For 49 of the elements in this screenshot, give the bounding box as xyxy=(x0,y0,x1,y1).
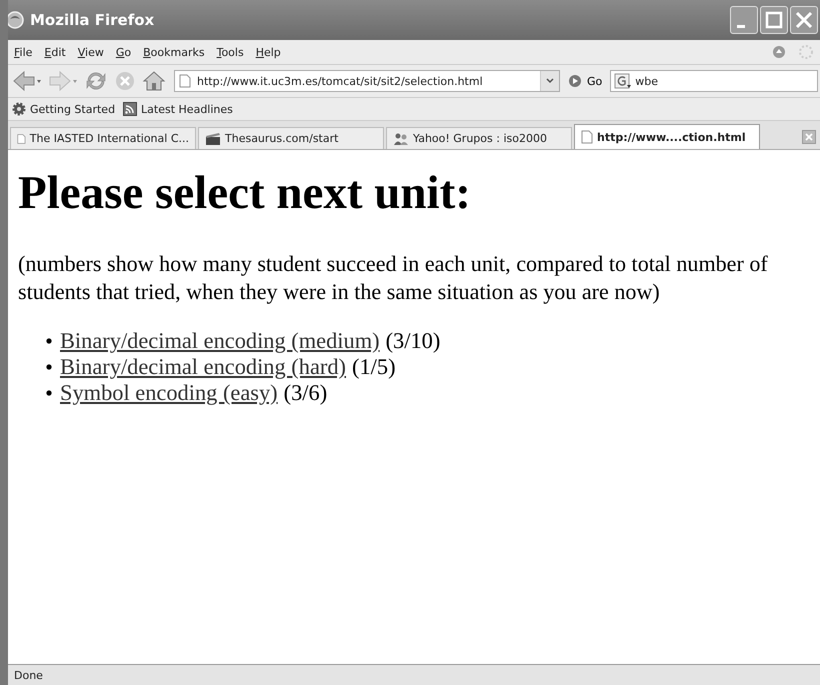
throbber-icon xyxy=(798,44,814,60)
menu-item[interactable]: View xyxy=(78,46,104,58)
status-text: Done xyxy=(14,668,43,682)
bullet-icon xyxy=(46,390,52,396)
browser-logo-icon xyxy=(8,11,24,29)
people-icon xyxy=(393,132,409,146)
menu-item[interactable]: Help xyxy=(256,46,281,58)
unit-link[interactable]: Binary/decimal encoding (hard) xyxy=(60,354,346,380)
tab[interactable]: http://www....ction.html xyxy=(574,124,760,149)
home-icon[interactable] xyxy=(140,70,168,92)
bullet-icon xyxy=(46,364,52,370)
menu-item[interactable]: File xyxy=(14,46,32,58)
close-button[interactable] xyxy=(790,6,818,34)
search-field[interactable]: wbe xyxy=(610,70,818,92)
bookmark-item[interactable]: Getting Started xyxy=(12,102,116,116)
score-text: (3/10) xyxy=(386,328,440,354)
page-icon xyxy=(581,130,593,144)
intro-paragraph: (numbers show how many student succeed in each unit, compared to total number of students that tried, when they were in the same situation as you are now) xyxy=(18,250,769,306)
page-icon xyxy=(179,74,191,88)
search-engine-icon xyxy=(614,73,632,89)
bookmark-item[interactable]: Latest Headlines xyxy=(123,102,233,116)
maximize-icon xyxy=(764,10,784,30)
bullet-icon xyxy=(46,338,52,344)
feed-icon xyxy=(123,102,138,116)
page-icon xyxy=(17,132,26,146)
score-text: (1/5) xyxy=(352,354,396,380)
tab[interactable]: Thesaurus.com/start xyxy=(198,127,384,149)
tab[interactable]: The IASTED International C... xyxy=(10,127,196,149)
gear-icon xyxy=(12,102,26,116)
close-icon xyxy=(794,10,814,30)
page-heading: Please select next unit: xyxy=(18,166,472,220)
menu-item[interactable]: Edit xyxy=(44,46,66,58)
tab[interactable]: Yahoo! Grupos : iso2000 xyxy=(386,127,572,149)
maximize-button[interactable] xyxy=(760,6,788,34)
play-icon xyxy=(568,74,582,88)
window-title: Mozilla Firefox xyxy=(30,11,154,29)
minimize-icon xyxy=(737,25,745,28)
caret-icon xyxy=(545,77,555,85)
menu-item[interactable]: Go xyxy=(116,46,132,58)
go-button[interactable]: Go xyxy=(562,74,608,88)
score-text: (3/6) xyxy=(284,380,328,406)
address-field[interactable]: http://www.it.uc3m.es/tomcat/sit/sit2/selection.html xyxy=(174,70,560,92)
minimize-button[interactable] xyxy=(730,6,758,34)
menu-item[interactable]: Bookmarks xyxy=(143,46,205,58)
clapperboard-icon xyxy=(205,132,221,146)
unit-link[interactable]: Symbol encoding (easy) xyxy=(60,380,278,406)
dropdown-button[interactable] xyxy=(540,71,559,91)
menu-item[interactable]: Tools xyxy=(216,46,244,58)
unit-link[interactable]: Binary/decimal encoding (medium) xyxy=(60,328,380,354)
